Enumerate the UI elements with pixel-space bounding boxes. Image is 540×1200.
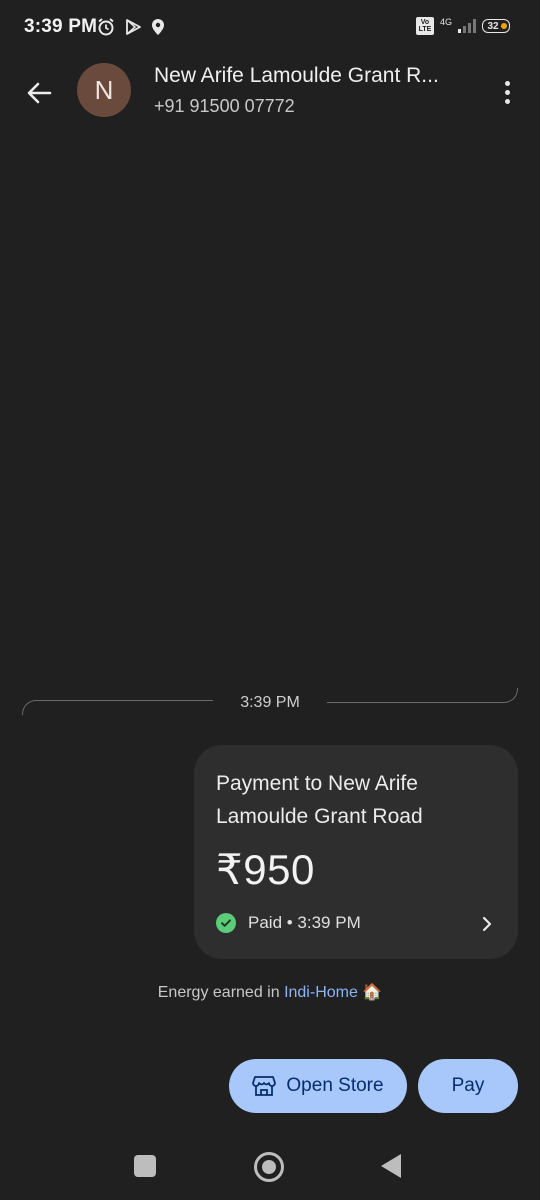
- status-icons: [96, 17, 166, 37]
- alarm-icon: [96, 17, 116, 37]
- pay-label: Pay: [451, 1075, 485, 1096]
- check-circle-icon: [216, 913, 236, 933]
- chevron-right-icon: [480, 915, 494, 938]
- energy-prefix: Energy earned in: [157, 984, 285, 1001]
- open-store-button[interactable]: Open Store: [229, 1059, 407, 1113]
- status-time: 3:39 PM: [24, 16, 98, 37]
- contact-name[interactable]: New Arife Lamoulde Grant R...: [154, 64, 464, 88]
- pay-button[interactable]: Pay: [418, 1059, 518, 1113]
- more-options-button[interactable]: [494, 74, 520, 110]
- battery-level: 32: [487, 20, 499, 32]
- conversation-header: N New Arife Lamoulde Grant R... +91 9150…: [0, 58, 540, 128]
- payment-status-text: Paid • 3:39 PM: [248, 913, 361, 932]
- more-vert-icon: [504, 80, 510, 86]
- payment-title: Payment to New Arife Lamoulde Grant Road: [216, 772, 423, 828]
- home-button[interactable]: [254, 1152, 284, 1182]
- contact-phone: +91 91500 07772: [154, 96, 295, 116]
- status-bar: 3:39 PM Vo LTE 4G 32: [0, 0, 540, 58]
- back-button[interactable]: [20, 74, 58, 112]
- payment-status: Paid • 3:39 PM: [216, 913, 361, 933]
- system-back-button[interactable]: [381, 1154, 401, 1178]
- payment-amount: ₹950: [216, 846, 315, 893]
- timestamp-divider: 3:39 PM: [22, 688, 518, 718]
- volte-icon: Vo LTE: [415, 17, 434, 35]
- navigation-bar: [0, 1140, 540, 1200]
- energy-earned-text: Energy earned in Indi-Home 🏠: [0, 982, 540, 1002]
- location-icon: [150, 18, 166, 36]
- network-type: 4G: [439, 16, 452, 27]
- indi-home-link[interactable]: Indi-Home: [284, 984, 358, 1001]
- play-store-icon: [124, 18, 142, 36]
- recents-button[interactable]: [134, 1155, 156, 1177]
- open-store-label: Open Store: [286, 1075, 384, 1096]
- screen: 3:39 PM Vo LTE 4G 32 N New Arife Lamould…: [0, 0, 540, 1200]
- message-timestamp: 3:39 PM: [240, 694, 300, 711]
- store-icon: [252, 1076, 277, 1096]
- house-emoji-icon: 🏠: [362, 984, 383, 1001]
- payment-card[interactable]: Payment to New Arife Lamoulde Grant Road…: [194, 745, 518, 959]
- signal-icon: [458, 19, 476, 33]
- arrow-back-icon: [27, 82, 52, 104]
- status-right: Vo LTE 4G 32: [415, 16, 510, 35]
- avatar[interactable]: N: [77, 63, 131, 117]
- battery-icon: 32: [482, 19, 510, 33]
